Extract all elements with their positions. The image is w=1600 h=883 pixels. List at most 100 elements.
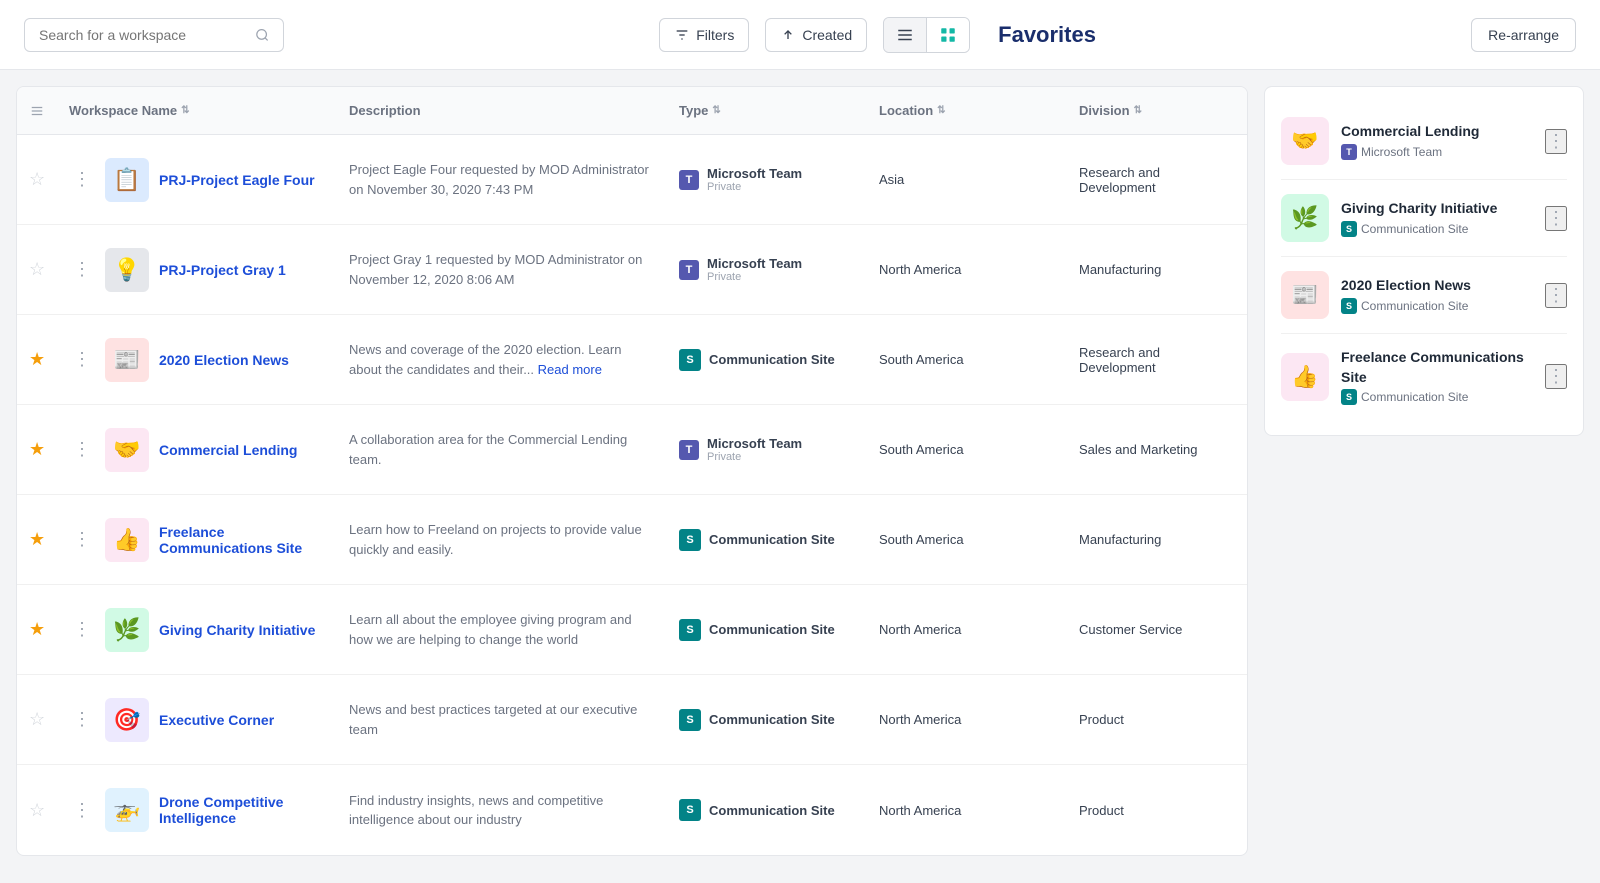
- fav-info: Giving Charity Initiative S Communicatio…: [1341, 199, 1533, 237]
- type-name: Communication Site: [709, 712, 835, 727]
- list-view-button[interactable]: [884, 18, 927, 52]
- star-icon[interactable]: ☆: [29, 800, 45, 821]
- fav-type: S Communication Site: [1341, 389, 1533, 405]
- workspace-icon: 👍: [105, 518, 149, 562]
- workspace-name-link[interactable]: Commercial Lending: [159, 442, 297, 458]
- type-cell: T Microsoft Team Private: [667, 424, 867, 475]
- star-cell[interactable]: ★: [17, 337, 57, 382]
- favorites-item[interactable]: 👍 Freelance Communications Site S Commun…: [1281, 334, 1567, 419]
- workspace-name-cell: ⋮ 📰 2020 Election News: [57, 326, 337, 394]
- fav-more-btn[interactable]: ⋮: [1545, 206, 1567, 231]
- type-sub: Private: [707, 181, 802, 193]
- division-cell: Research and Development: [1067, 153, 1247, 207]
- favorites-title: Favorites: [998, 22, 1096, 48]
- fav-more-btn[interactable]: ⋮: [1545, 283, 1567, 308]
- type-name: Communication Site: [709, 532, 835, 547]
- division-cell: Sales and Marketing: [1067, 430, 1247, 469]
- more-row-btn[interactable]: ⋮: [69, 615, 95, 644]
- col-header-type[interactable]: Type ⇅: [667, 97, 867, 124]
- star-cell[interactable]: ★: [17, 607, 57, 652]
- col-header-name[interactable]: Workspace Name ⇅: [57, 97, 337, 124]
- workspace-name-link[interactable]: Freelance Communications Site: [159, 524, 325, 556]
- fav-icon: 👍: [1281, 353, 1329, 401]
- favorites-item[interactable]: 📰 2020 Election News S Communication Sit…: [1281, 257, 1567, 334]
- type-name: Communication Site: [709, 622, 835, 637]
- workspace-icon: 🎯: [105, 698, 149, 742]
- fav-name: 2020 Election News: [1341, 276, 1533, 296]
- workspace-name-cell: ⋮ 🤝 Commercial Lending: [57, 416, 337, 484]
- favorites-item[interactable]: 🌿 Giving Charity Initiative S Communicat…: [1281, 180, 1567, 257]
- fav-type: S Communication Site: [1341, 298, 1533, 314]
- fav-icon: 🌿: [1281, 194, 1329, 242]
- workspace-name-cell: ⋮ 🎯 Executive Corner: [57, 686, 337, 754]
- workspace-icon: 🤝: [105, 428, 149, 472]
- location-cell: North America: [867, 250, 1067, 289]
- star-icon[interactable]: ★: [29, 349, 45, 370]
- description-cell: Project Eagle Four requested by MOD Admi…: [337, 148, 667, 211]
- col-header-division[interactable]: Division ⇅: [1067, 97, 1247, 124]
- table-row: ☆ ⋮ 💡 PRJ-Project Gray 1 Project Gray 1 …: [17, 225, 1247, 315]
- more-row-btn[interactable]: ⋮: [69, 345, 95, 374]
- table-header: Workspace Name ⇅ Description Type ⇅ Loca…: [17, 87, 1247, 135]
- filters-button[interactable]: Filters: [659, 18, 749, 52]
- type-cell: S Communication Site: [667, 697, 867, 743]
- workspace-name-link[interactable]: 2020 Election News: [159, 352, 289, 368]
- fav-name: Commercial Lending: [1341, 122, 1533, 142]
- division-cell: Customer Service: [1067, 610, 1247, 649]
- star-cell[interactable]: ★: [17, 427, 57, 472]
- star-icon[interactable]: ☆: [29, 259, 45, 280]
- star-cell[interactable]: ☆: [17, 788, 57, 833]
- fav-type: T Microsoft Team: [1341, 144, 1533, 160]
- star-icon[interactable]: ★: [29, 439, 45, 460]
- col-header-desc: Description: [337, 97, 667, 124]
- fav-sp-icon: S: [1341, 298, 1357, 314]
- fav-more-btn[interactable]: ⋮: [1545, 364, 1567, 389]
- star-icon[interactable]: ☆: [29, 709, 45, 730]
- list-icon: [896, 26, 914, 44]
- type-name: Communication Site: [709, 803, 835, 818]
- more-row-btn[interactable]: ⋮: [69, 165, 95, 194]
- search-input[interactable]: [39, 27, 247, 43]
- filters-label: Filters: [696, 27, 734, 43]
- favorites-panel: 🤝 Commercial Lending T Microsoft Team ⋮ …: [1264, 86, 1584, 436]
- workspace-name-link[interactable]: Drone Competitive Intelligence: [159, 794, 325, 826]
- description-cell: News and best practices targeted at our …: [337, 688, 667, 751]
- type-cell: T Microsoft Team Private: [667, 244, 867, 295]
- grid-view-button[interactable]: [927, 18, 969, 52]
- favorites-item[interactable]: 🤝 Commercial Lending T Microsoft Team ⋮: [1281, 103, 1567, 180]
- more-row-btn[interactable]: ⋮: [69, 435, 95, 464]
- workspace-name-link[interactable]: Giving Charity Initiative: [159, 622, 315, 638]
- workspace-name-link[interactable]: PRJ-Project Eagle Four: [159, 172, 315, 188]
- star-cell[interactable]: ☆: [17, 697, 57, 742]
- star-cell[interactable]: ★: [17, 517, 57, 562]
- star-cell[interactable]: ☆: [17, 247, 57, 292]
- workspace-name-cell: ⋮ 📋 PRJ-Project Eagle Four: [57, 146, 337, 214]
- workspace-table: Workspace Name ⇅ Description Type ⇅ Loca…: [16, 86, 1248, 856]
- fav-teams-icon: T: [1341, 144, 1357, 160]
- division-cell: Manufacturing: [1067, 520, 1247, 559]
- fav-more-btn[interactable]: ⋮: [1545, 129, 1567, 154]
- fav-name: Freelance Communications Site: [1341, 348, 1533, 387]
- star-icon[interactable]: ☆: [29, 169, 45, 190]
- workspace-name-link[interactable]: PRJ-Project Gray 1: [159, 262, 286, 278]
- created-sort-button[interactable]: Created: [765, 18, 867, 52]
- more-row-btn[interactable]: ⋮: [69, 525, 95, 554]
- more-row-btn[interactable]: ⋮: [69, 255, 95, 284]
- read-more-link[interactable]: Read more: [538, 362, 602, 377]
- view-toggle-group: [883, 17, 970, 53]
- sharepoint-icon: S: [679, 529, 701, 551]
- division-cell: Manufacturing: [1067, 250, 1247, 289]
- reorder-icon: [30, 104, 44, 118]
- search-box[interactable]: [24, 18, 284, 52]
- description-cell: Find industry insights, news and competi…: [337, 779, 667, 842]
- more-row-btn[interactable]: ⋮: [69, 705, 95, 734]
- division-cell: Research and Development: [1067, 333, 1247, 387]
- star-icon[interactable]: ★: [29, 619, 45, 640]
- workspace-name-link[interactable]: Executive Corner: [159, 712, 274, 728]
- star-cell[interactable]: ☆: [17, 157, 57, 202]
- col-header-location[interactable]: Location ⇅: [867, 97, 1067, 124]
- more-row-btn[interactable]: ⋮: [69, 796, 95, 825]
- rearrange-button[interactable]: Re-arrange: [1471, 18, 1576, 52]
- star-icon[interactable]: ★: [29, 529, 45, 550]
- table-row: ★ ⋮ 👍 Freelance Communications Site Lear…: [17, 495, 1247, 585]
